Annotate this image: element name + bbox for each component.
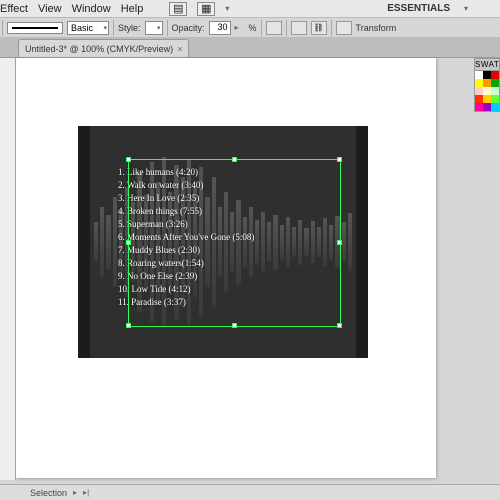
- status-arrow-icon[interactable]: ▸|: [83, 488, 89, 497]
- cd-spine-left: [78, 126, 90, 358]
- swatch[interactable]: [483, 95, 491, 103]
- menu-effect[interactable]: Effect: [0, 3, 28, 15]
- menu-view[interactable]: View: [38, 3, 62, 15]
- menu-help[interactable]: Help: [121, 3, 144, 15]
- swatch[interactable]: [483, 87, 491, 95]
- swatches-panel[interactable]: SWAT: [474, 58, 500, 112]
- align-icon[interactable]: [291, 21, 307, 35]
- swatch[interactable]: [483, 103, 491, 111]
- swatch[interactable]: [491, 95, 499, 103]
- artboard: 1. Like humans (4:20)2. Walk on water (3…: [16, 58, 436, 478]
- menu-window[interactable]: Window: [72, 3, 111, 15]
- chevron-down-icon[interactable]: ▸: [235, 23, 245, 33]
- swatch[interactable]: [475, 71, 483, 79]
- status-tool: Selection: [30, 488, 67, 498]
- menu-bar: Effect View Window Help ▤ ▦ ▾ ESSENTIALS…: [0, 0, 500, 18]
- swatch[interactable]: [483, 71, 491, 79]
- workspace-switcher[interactable]: ESSENTIALS: [387, 3, 450, 14]
- selection-handle[interactable]: [337, 240, 342, 245]
- document-tab-title: Untitled-3* @ 100% (CMYK/Preview): [25, 44, 173, 54]
- close-icon[interactable]: ×: [177, 44, 182, 54]
- cd-spine-right: [356, 126, 368, 358]
- opacity-label: Opacity:: [172, 23, 205, 33]
- selection-handle[interactable]: [232, 323, 237, 328]
- transform-icon[interactable]: [336, 21, 352, 35]
- percent-label: %: [249, 23, 257, 33]
- canvas[interactable]: 1. Like humans (4:20)2. Walk on water (3…: [16, 58, 500, 480]
- swatch[interactable]: [475, 87, 483, 95]
- swatch[interactable]: [491, 79, 499, 87]
- selection-box[interactable]: [128, 159, 341, 327]
- chevron-down-icon[interactable]: ▾: [225, 4, 235, 14]
- control-bar: Basic Style: Opacity: 30 ▸ % ⛓ Transform: [0, 18, 500, 38]
- selection-handle[interactable]: [126, 157, 131, 162]
- selection-handle[interactable]: [126, 323, 131, 328]
- selection-handle[interactable]: [126, 240, 131, 245]
- swatch[interactable]: [483, 79, 491, 87]
- swatch[interactable]: [475, 103, 483, 111]
- document-tab-bar: Untitled-3* @ 100% (CMYK/Preview) ×: [0, 38, 500, 58]
- document-tab[interactable]: Untitled-3* @ 100% (CMYK/Preview) ×: [18, 39, 189, 57]
- transform-label[interactable]: Transform: [356, 23, 397, 33]
- status-arrow-icon[interactable]: ▸: [73, 488, 77, 497]
- status-bar: Selection ▸ ▸|: [0, 484, 500, 500]
- style-label: Style:: [118, 23, 141, 33]
- selection-handle[interactable]: [232, 157, 237, 162]
- swatch[interactable]: [475, 95, 483, 103]
- recolor-icon[interactable]: [266, 21, 282, 35]
- layout-icon[interactable]: ▤: [169, 2, 187, 16]
- swatch[interactable]: [491, 71, 499, 79]
- swatch-grid[interactable]: [475, 71, 499, 111]
- opacity-input[interactable]: 30: [209, 21, 231, 35]
- chevron-down-icon[interactable]: ▾: [464, 4, 474, 14]
- swatches-title: SWAT: [475, 59, 499, 71]
- style-select[interactable]: [145, 21, 163, 35]
- selection-handle[interactable]: [337, 323, 342, 328]
- stroke-profile-select[interactable]: Basic: [67, 21, 109, 35]
- link-icon[interactable]: ⛓: [311, 21, 327, 35]
- swatch[interactable]: [491, 103, 499, 111]
- swatch[interactable]: [475, 79, 483, 87]
- ruler-vertical: [0, 58, 16, 480]
- workspace: 1. Like humans (4:20)2. Walk on water (3…: [0, 58, 500, 480]
- selection-handle[interactable]: [337, 157, 342, 162]
- doc-icon[interactable]: ▦: [197, 2, 215, 16]
- swatch[interactable]: [491, 87, 499, 95]
- stroke-preview[interactable]: [7, 22, 63, 34]
